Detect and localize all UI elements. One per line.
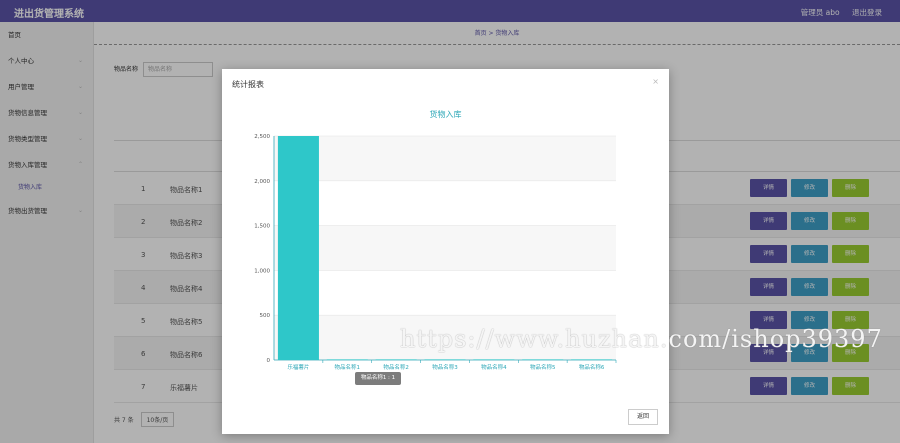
- y-tick-label: 1,500: [254, 224, 270, 230]
- bar: [326, 359, 368, 360]
- grid-band: [274, 136, 616, 181]
- y-tick-label: 0: [267, 358, 271, 364]
- x-tick-label: 乐福薯片: [287, 363, 309, 371]
- x-tick-label: 物品名称1: [335, 363, 361, 371]
- y-tick-label: 1,000: [254, 268, 270, 274]
- stats-modal: 统计报表 × 货物入库 0 500 1,000 1,500 2,000 2,500 乐福薯片…: [222, 69, 669, 434]
- x-tick-label: 物品名称5: [530, 363, 556, 371]
- bar: [277, 136, 319, 360]
- x-tick-label: 物品名称4: [481, 363, 507, 371]
- y-tick-label: 500: [260, 313, 271, 319]
- bar: [375, 359, 417, 360]
- grid-band: [274, 225, 616, 271]
- watermark: https://www.huzhan.com/ishop39397: [400, 325, 883, 353]
- bar: [571, 359, 613, 360]
- x-tick-label: 物品名称3: [432, 363, 458, 371]
- back-button[interactable]: 返回: [628, 409, 658, 425]
- x-tick-label: 物品名称6: [579, 363, 605, 371]
- bar: [522, 359, 564, 360]
- y-tick-label: 2,500: [254, 134, 270, 140]
- x-tick-label: 物品名称2: [383, 363, 409, 371]
- y-tick-label: 2,000: [254, 179, 270, 185]
- bar: [473, 359, 515, 360]
- bar: [424, 359, 466, 360]
- chart-tooltip: 物品名称1 : 1: [355, 372, 401, 385]
